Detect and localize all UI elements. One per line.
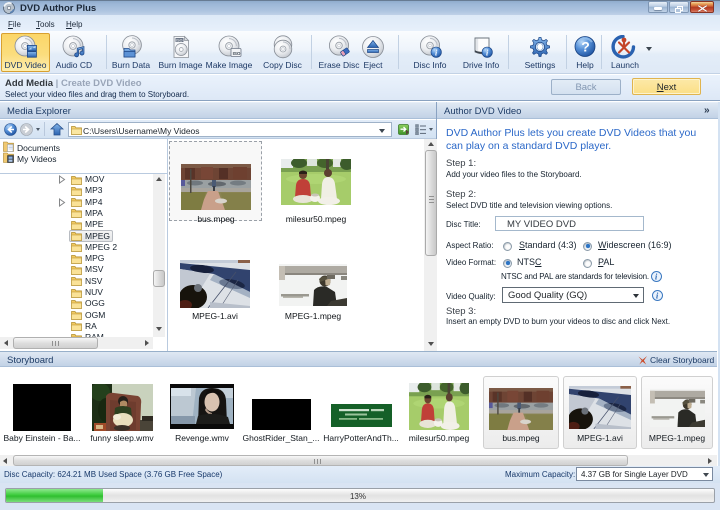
svg-text:ISO: ISO <box>233 51 241 56</box>
svg-text:ISO: ISO <box>176 38 182 42</box>
svg-text:?: ? <box>581 39 590 55</box>
